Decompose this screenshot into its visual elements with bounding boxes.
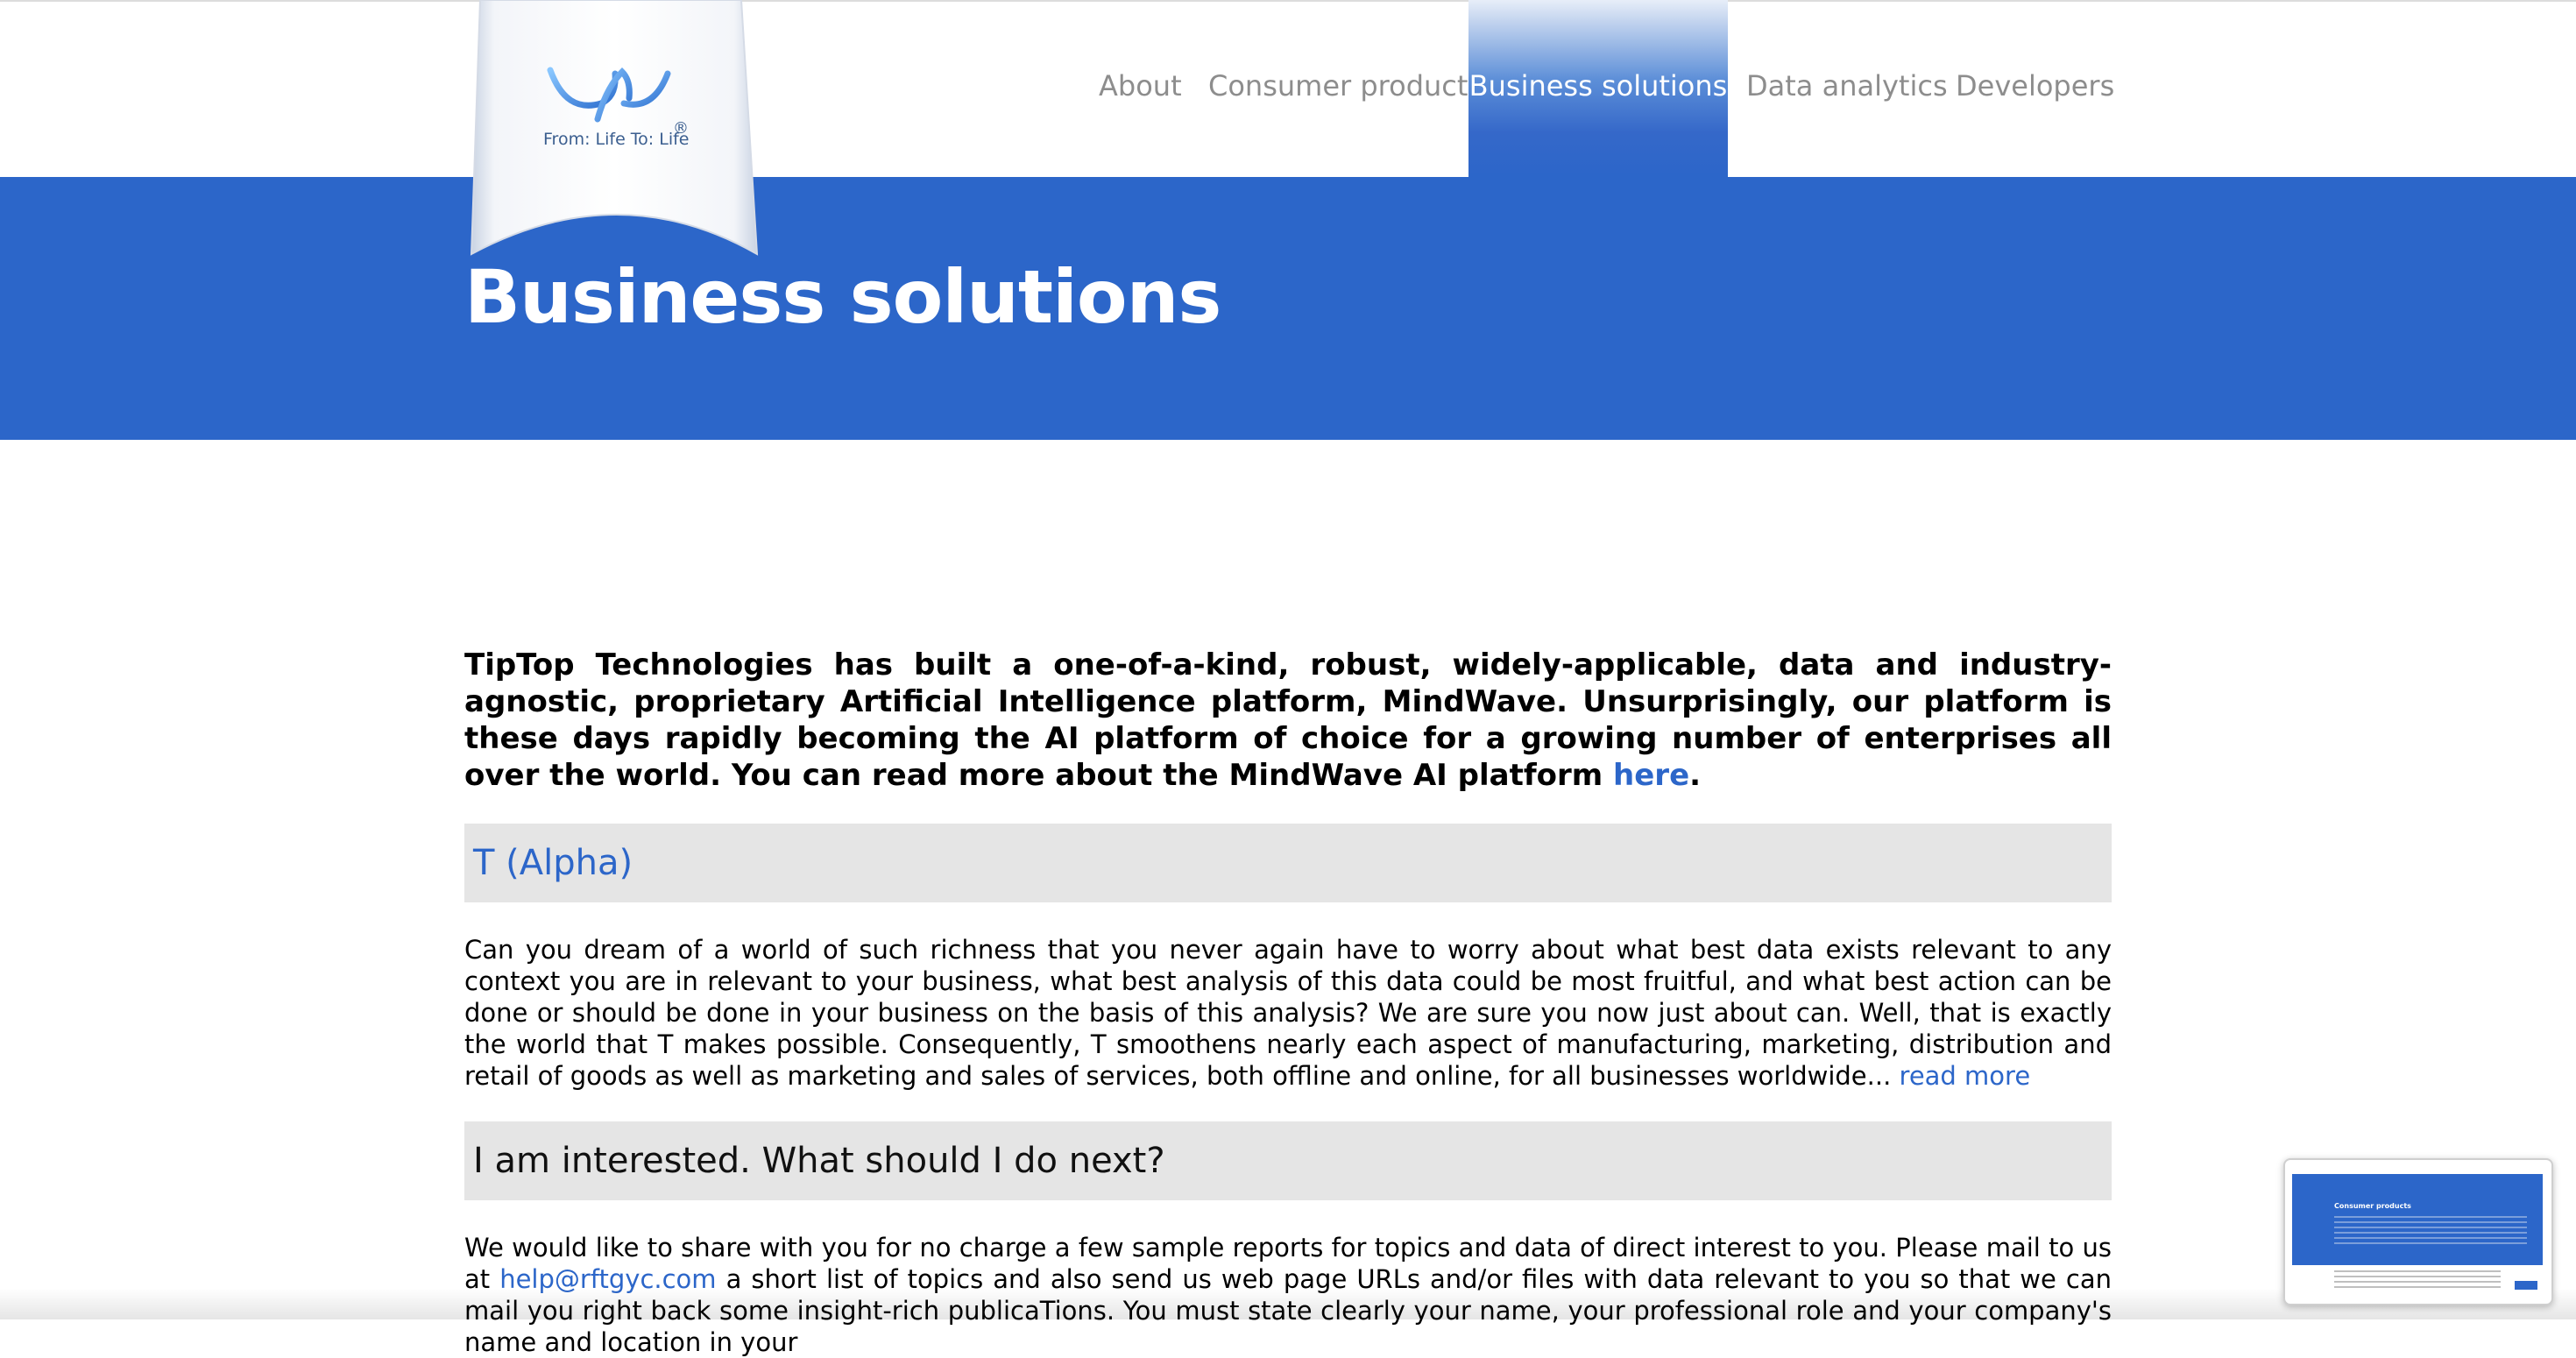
- thumbnail-text: [2334, 1216, 2527, 1246]
- main-content: TipTop Technologies has built a one-of-a…: [464, 647, 2112, 1358]
- page-thumbnail-preview[interactable]: Consumer products: [2283, 1158, 2553, 1305]
- nav-item-about[interactable]: About: [1099, 0, 1182, 177]
- nav-item-label: About: [1099, 69, 1182, 103]
- logo-tagline: From: Life To: Life: [543, 130, 690, 149]
- section-heading-next-steps-text: I am interested. What should I do next?: [473, 1141, 1165, 1181]
- read-more-link[interactable]: read more: [1900, 1061, 2031, 1091]
- nav-item-data-analytics[interactable]: Data analytics: [1746, 0, 1948, 177]
- thumbnail-lines: [2334, 1270, 2501, 1288]
- mindwave-here-link[interactable]: here: [1613, 758, 1689, 793]
- registered-mark: ®: [673, 119, 689, 138]
- main-nav: About Consumer products Business solutio…: [0, 0, 2576, 177]
- intro-text: TipTop Technologies has built a one-of-a…: [464, 647, 2112, 793]
- thumbnail-button: [2515, 1281, 2537, 1290]
- intro-end: .: [1689, 758, 1702, 793]
- section-heading-alpha: T (Alpha): [464, 824, 2112, 902]
- nav-item-label: Developers: [1956, 69, 2115, 103]
- nav-item-consumer-products[interactable]: Consumer products: [1208, 0, 1483, 177]
- nav-item-label: Consumer products: [1208, 69, 1483, 103]
- intro-paragraph: TipTop Technologies has built a one-of-a…: [464, 647, 2112, 794]
- bottom-shadow: [0, 1288, 2576, 1319]
- section-heading-next-steps: I am interested. What should I do next?: [464, 1121, 2112, 1200]
- nav-item-business-solutions[interactable]: Business solutions: [1468, 0, 1728, 177]
- nav-item-label: Data analytics: [1746, 69, 1948, 103]
- nav-item-label: Business solutions: [1468, 69, 1728, 103]
- section-heading-alpha-text[interactable]: T (Alpha): [473, 843, 633, 883]
- page-banner: [0, 177, 2576, 440]
- alpha-body: Can you dream of a world of such richnes…: [464, 935, 2112, 1091]
- nav-item-developers[interactable]: Developers: [1956, 0, 2114, 177]
- page-title: Business solutions: [464, 254, 1221, 340]
- alpha-paragraph: Can you dream of a world of such richnes…: [464, 934, 2112, 1092]
- thumbnail-title: Consumer products: [2334, 1202, 2411, 1210]
